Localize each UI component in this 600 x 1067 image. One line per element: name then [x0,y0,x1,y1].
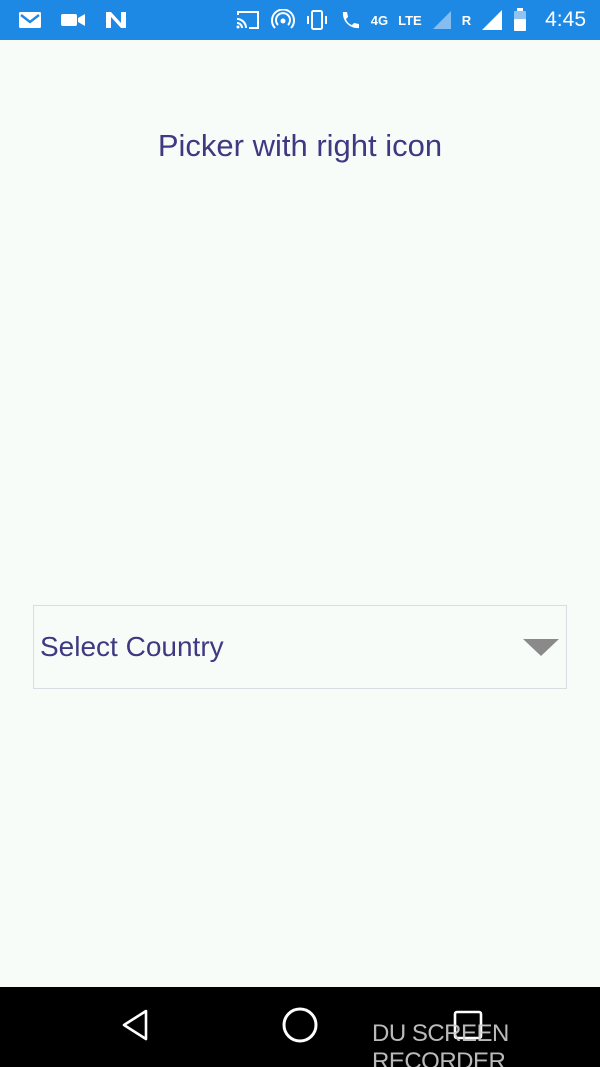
hotspot-icon [270,9,295,31]
roaming-label: R [461,12,472,28]
home-button[interactable] [275,987,325,1067]
signal-full-icon [481,9,503,31]
status-time: 4:45 [545,8,586,31]
country-picker[interactable]: Select Country [33,605,567,689]
screen-recorder-watermark: DU SCREEN RECORDER [372,1020,509,1067]
back-button[interactable] [110,987,160,1067]
gmail-icon [18,11,42,29]
battery-icon [513,8,527,32]
status-right-group: 4G LTE R 4:45 [235,8,586,32]
n-app-icon [104,10,128,30]
page-title: Picker with right icon [157,128,443,163]
triangle-down-icon [522,637,560,657]
network-lte-label: LTE [398,12,422,28]
video-icon [60,12,86,28]
home-icon [281,1006,319,1049]
wifi-calling-icon [339,9,361,31]
status-left-group [18,10,128,30]
cast-icon [235,10,261,30]
signal-empty-icon [432,10,452,30]
vibrate-icon [305,9,329,31]
network-4g-label: 4G [370,12,389,28]
status-bar: 4G LTE R 4:45 [0,0,600,40]
back-icon [120,1008,150,1047]
picker-selected-label: Select Country [40,631,224,662]
